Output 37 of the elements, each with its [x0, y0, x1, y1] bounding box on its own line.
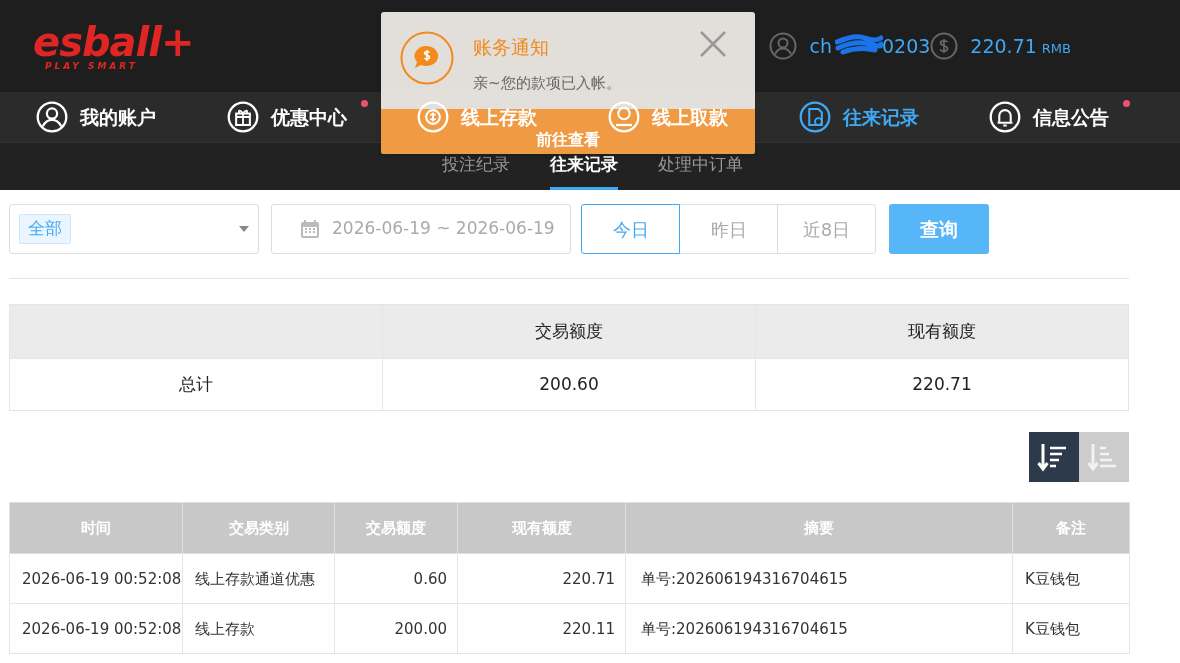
table-cell: 200.60 — [382, 358, 756, 411]
nav-item[interactable]: 我的账户 — [36, 102, 156, 132]
column-header: 现有额度 — [755, 304, 1129, 359]
column-header: 交易额度 — [382, 304, 756, 359]
table-cell: 220.11 — [457, 603, 626, 654]
range-button[interactable]: 近8日 — [777, 204, 876, 254]
logo[interactable]: esball+ PLAY SMART — [33, 21, 194, 71]
nav-item[interactable]: 信息公告 — [989, 102, 1110, 132]
nav-item[interactable]: 线上存款 — [417, 102, 538, 132]
username-text: 0203 — [882, 33, 931, 59]
table-cell: 2026-06-19 00:52:08 — [9, 553, 183, 604]
table-cell: K豆钱包 — [1012, 553, 1130, 604]
table-cell: 线上存款 — [182, 603, 335, 654]
table-cell: 220.71 — [457, 553, 626, 604]
range-button[interactable]: 昨日 — [679, 204, 778, 254]
nav-item[interactable]: 线上取款 — [608, 102, 728, 132]
nav-item[interactable]: 往来记录 — [798, 102, 919, 132]
date-range-field[interactable]: 2026-06-19 ~ 2026-06-19 — [271, 204, 571, 254]
notification-message: 亲~您的款项已入帐。 — [473, 72, 621, 94]
notification-title: 账务通知 — [473, 35, 550, 60]
table-cell: 线上存款通道优惠 — [182, 553, 335, 604]
balance-text: 220.71 — [970, 33, 1037, 59]
table-cell: K豆钱包 — [1012, 603, 1130, 654]
table-cell: 单号:202606194316704615 — [625, 553, 1013, 604]
table-cell: 200.00 — [334, 603, 458, 654]
table-cell: 单号:202606194316704615 — [625, 603, 1013, 654]
table-cell: 220.71 — [755, 358, 1129, 411]
username-text: ch — [809, 33, 832, 59]
range-button[interactable]: 今日 — [581, 204, 680, 254]
type-select[interactable]: 全部 — [9, 204, 259, 254]
currency-text: RMB — [1041, 39, 1071, 58]
filter-tag: 全部 — [19, 214, 71, 244]
table-cell: 2026-06-19 00:52:08 — [9, 603, 183, 654]
table-cell: 总计 — [9, 358, 383, 411]
nav-item[interactable]: 优惠中心 — [226, 102, 347, 132]
table-cell: 0.60 — [334, 553, 458, 604]
query-button[interactable]: 查询 — [889, 204, 989, 254]
